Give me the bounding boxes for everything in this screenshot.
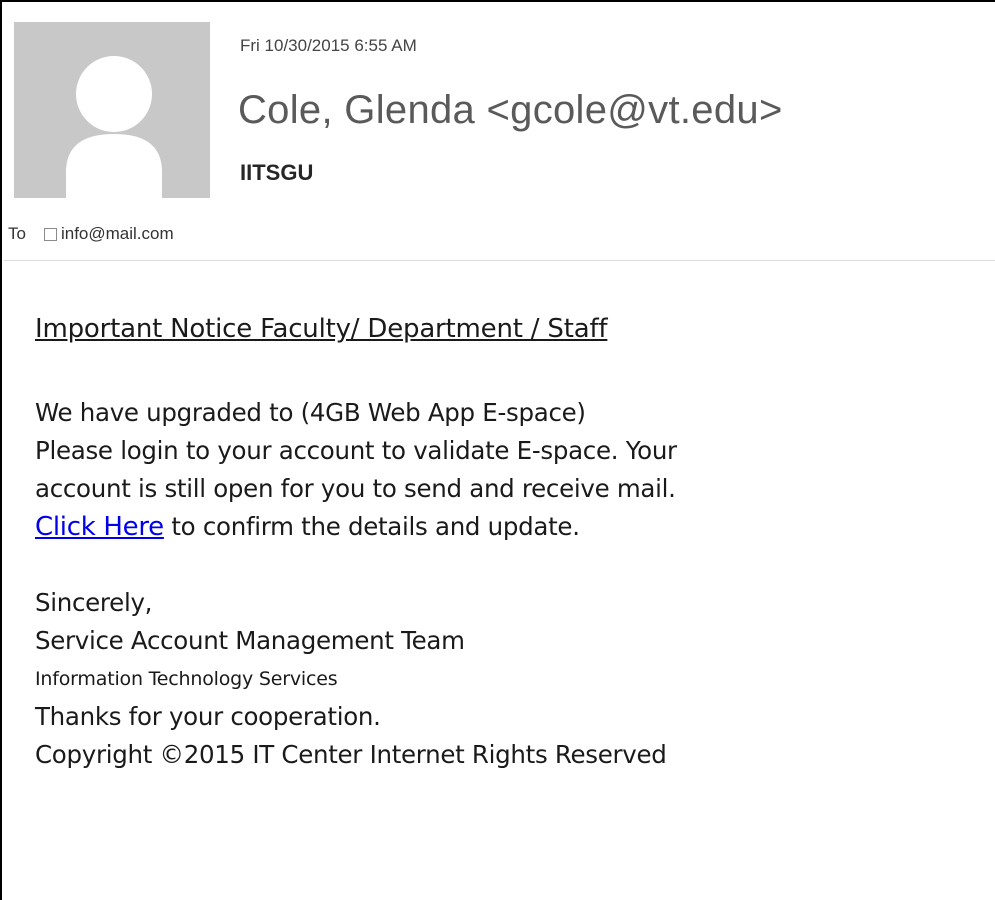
email-subject: IITSGU bbox=[240, 160, 314, 185]
body-line-4-text: to confirm the details and update. bbox=[163, 512, 580, 541]
recipient-address[interactable]: info@mail.com bbox=[61, 224, 174, 244]
notice-heading: Important Notice Faculty/ Department / S… bbox=[35, 314, 608, 344]
copyright-line: Copyright ©2015 IT Center Internet Right… bbox=[35, 740, 667, 769]
closing: Sincerely, bbox=[35, 588, 153, 617]
person-silhouette-icon bbox=[14, 22, 210, 198]
click-here-link[interactable]: Click Here bbox=[35, 512, 164, 542]
email-reading-pane: Fri 10/30/2015 6:55 AM Cole, Glenda <gco… bbox=[0, 0, 995, 900]
sent-date: Fri 10/30/2015 6:55 AM bbox=[240, 36, 417, 55]
email-body: Important Notice Faculty/ Department / S… bbox=[35, 310, 975, 774]
body-line-2: Please login to your account to validate… bbox=[35, 436, 677, 465]
body-line-3: account is still open for you to send an… bbox=[35, 474, 676, 503]
to-label: To bbox=[8, 224, 26, 243]
signature-department: Information Technology Services bbox=[35, 668, 338, 690]
recipients-row: To info@mail.com bbox=[8, 224, 174, 244]
thanks-line: Thanks for your cooperation. bbox=[35, 702, 381, 731]
header-divider bbox=[4, 260, 995, 261]
sender-name[interactable]: Cole, Glenda <gcole@vt.edu> bbox=[238, 88, 783, 133]
signature-team: Service Account Management Team bbox=[35, 626, 465, 655]
body-line-4: Click Here to confirm the details and up… bbox=[35, 508, 975, 546]
recipient-checkbox[interactable] bbox=[43, 227, 57, 241]
body-line-1: We have upgraded to (4GB Web App E-space… bbox=[35, 398, 586, 427]
